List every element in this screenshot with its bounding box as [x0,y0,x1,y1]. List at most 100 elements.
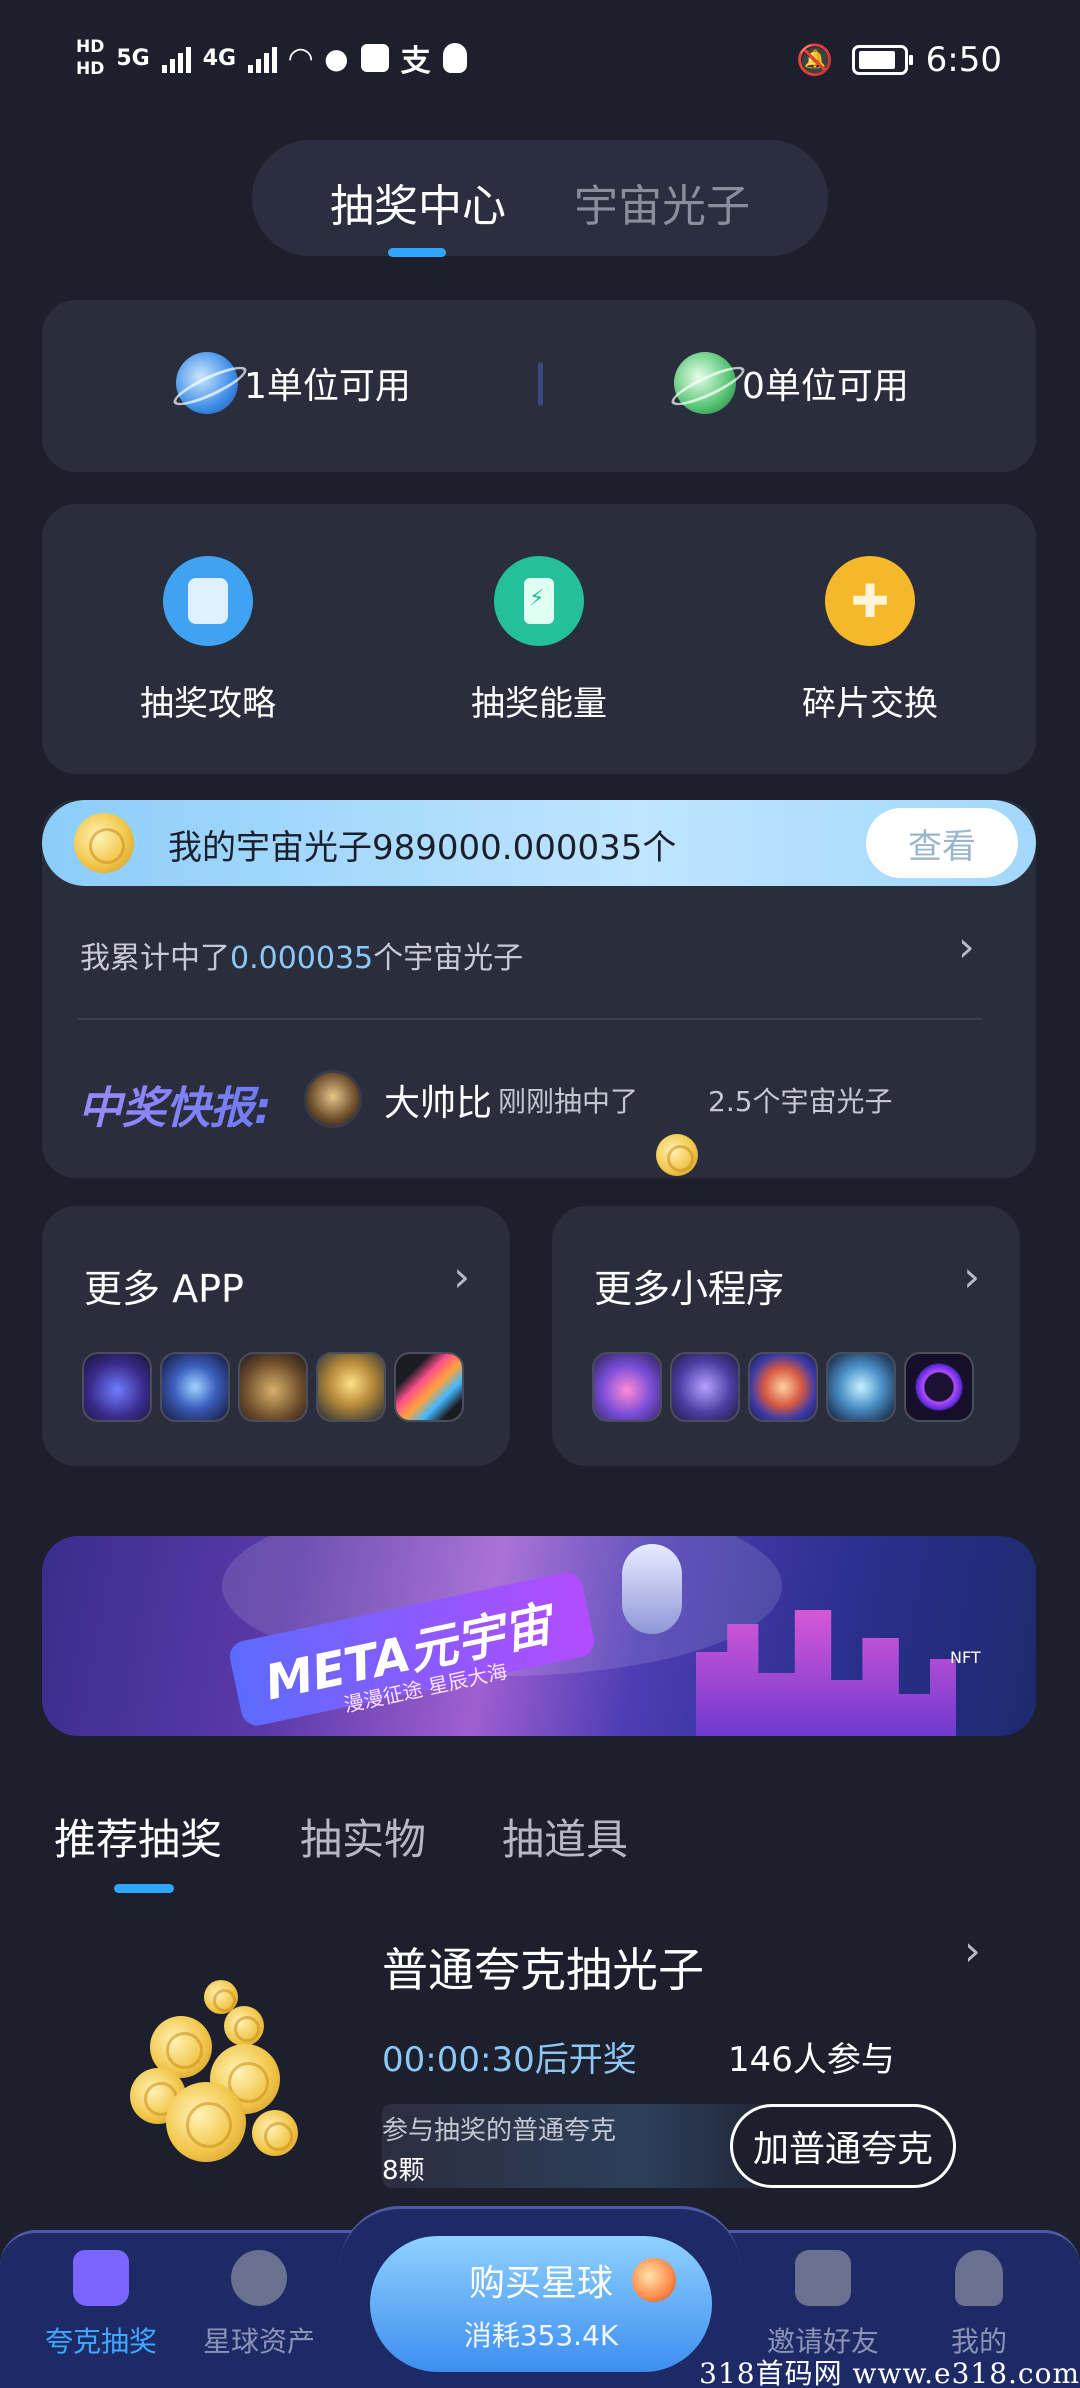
lottery-title[interactable]: 普通夸克抽光子 [382,1934,704,2000]
winner-amount: 2.5个宇宙光子 [708,1085,893,1118]
planet-icon [231,2250,287,2306]
miniprogram-icon[interactable] [670,1352,740,1422]
photon-coin-icon [656,1134,698,1176]
nav-invite-friends[interactable]: 邀请好友 [748,2250,898,2360]
battery-icon [851,45,913,75]
buy-planet-cost: 消耗353.4K [463,2319,619,2352]
wechat-icon: ● [324,41,349,75]
quark-pool-value: 8颗 [382,2156,425,2186]
nav-label: 夸克抽奖 [44,2325,157,2358]
lottery-timer: 00:00:30后开奖 [382,2040,637,2080]
lottery-participants: 146人参与 [728,2040,895,2080]
network-5g-label: 5G [116,45,150,71]
person-icon [955,2250,1003,2306]
network-4g-label: 4G [202,45,237,71]
tab-lottery-center[interactable]: 抽奖中心 [330,170,506,234]
app-icon[interactable] [82,1352,152,1422]
tab-props[interactable]: 抽道具 [502,1806,628,1867]
signal-icon [161,43,191,73]
status-bar: HD HD 5G 4G ◠ ● 支 🔕 6:50 [0,30,1080,100]
nav-mine[interactable]: 我的 [904,2250,1054,2360]
signal-icon-2 [248,43,278,73]
clock: 6:50 [925,40,1002,80]
astronaut-icon [622,1544,682,1634]
tab-recommended[interactable]: 推荐抽奖 [54,1806,222,1867]
app-icon [360,44,389,72]
hd-indicator: HD HD [76,36,104,80]
chevron-right-icon[interactable]: › [963,1256,980,1298]
status-right: 🔕 6:50 [796,40,1002,80]
chevron-right-icon[interactable]: › [964,1930,981,1972]
app-icon[interactable] [316,1352,386,1422]
unit-right-label: 0单位可用 [742,366,909,407]
add-quark-button[interactable]: 加普通夸克 [730,2104,956,2188]
envelope-icon [795,2250,851,2306]
app-icon-row [82,1352,464,1422]
quick-action-label: 抽奖攻略 [140,684,276,724]
accumulated-winnings[interactable]: 我累计中了0.000035个宇宙光子 [80,933,523,977]
miniprogram-icon[interactable] [904,1352,974,1422]
miniprogram-icon-row [592,1352,974,1422]
unit-left-label: 1单位可用 [244,366,411,407]
hd2-label: HD [76,59,105,79]
wifi-icon: ◠ [289,40,313,76]
photon-balance-text: 我的宇宙光子989000.000035个 [168,828,677,868]
mute-bell-icon: 🔕 [796,42,834,78]
tab-indicator [388,248,446,257]
quick-action-energy[interactable]: 抽奖能量 [439,556,639,725]
watermark: 318首码网 www.e318.com [699,2357,1080,2388]
divider [78,1018,982,1020]
more-miniprograms-card[interactable]: 更多小程序 › [552,1206,1020,1466]
guide-icon [163,556,253,646]
app-icon[interactable] [394,1352,464,1422]
more-apps-card[interactable]: 更多 APP › [42,1206,510,1466]
chevron-right-icon[interactable]: › [958,926,975,968]
green-orb-icon [674,352,736,414]
tab-indicator [114,1884,174,1893]
status-left: HD HD 5G 4G ◠ ● 支 [76,36,467,80]
tab-physical[interactable]: 抽实物 [300,1806,426,1867]
quick-action-label: 抽奖能量 [471,684,607,724]
winning-news-label: 中奖快报: [78,1072,272,1136]
miniprogram-icon[interactable] [592,1352,662,1422]
planet-icon [632,2258,676,2302]
hd1-label: HD [76,37,105,57]
chevron-right-icon[interactable]: › [453,1256,470,1298]
energy-icon [494,556,584,646]
acc-suffix: 个宇宙光子 [373,941,524,976]
miniprogram-icon[interactable] [748,1352,818,1422]
buy-planet-button[interactable]: 购买星球 消耗353.4K [370,2236,712,2372]
units-card: 1单位可用 0单位可用 [42,300,1036,472]
tab-cosmic-photon[interactable]: 宇宙光子 [574,170,750,234]
nav-quark-lottery[interactable]: 夸克抽奖 [26,2250,176,2360]
qq-icon [442,43,467,73]
acc-value: 0.000035 [230,941,374,976]
app-icon[interactable] [238,1352,308,1422]
winner-name: 大帅比 [384,1083,493,1124]
nav-label: 星球资产 [202,2325,315,2358]
photon-coin-icon [74,813,134,873]
gift-box-icon [73,2250,129,2306]
puzzle-icon: ✚ [825,556,915,646]
view-button[interactable]: 查看 [866,808,1018,878]
app-icon[interactable] [160,1352,230,1422]
quick-actions-card: 抽奖攻略 抽奖能量 ✚ 碎片交换 [42,504,1036,774]
more-miniprograms-title: 更多小程序 [594,1267,785,1311]
promo-banner[interactable]: META元宇宙 漫漫征途 星辰大海 NFT [42,1536,1036,1736]
quark-pool-label: 参与抽奖的普通夸克 [382,2116,617,2146]
quick-action-guide[interactable]: 抽奖攻略 [108,556,308,725]
winner-action: 刚刚抽中了 [498,1085,639,1118]
miniprogram-icon[interactable] [826,1352,896,1422]
alipay-icon: 支 [400,44,431,79]
quark-orb-icon [176,352,238,414]
unit-available-right[interactable]: 0单位可用 [674,352,909,414]
quick-action-label: 碎片交换 [802,684,938,724]
quick-action-puzzle[interactable]: ✚ 碎片交换 [770,556,970,725]
acc-prefix: 我累计中了 [80,941,230,976]
units-divider [538,362,543,406]
coin-pile-icon [120,1980,320,2180]
more-apps-title: 更多 APP [84,1267,244,1311]
nav-planet-assets[interactable]: 星球资产 [184,2250,334,2360]
buy-planet-title: 购买星球 [468,2263,613,2304]
unit-available-left[interactable]: 1单位可用 [176,352,411,414]
